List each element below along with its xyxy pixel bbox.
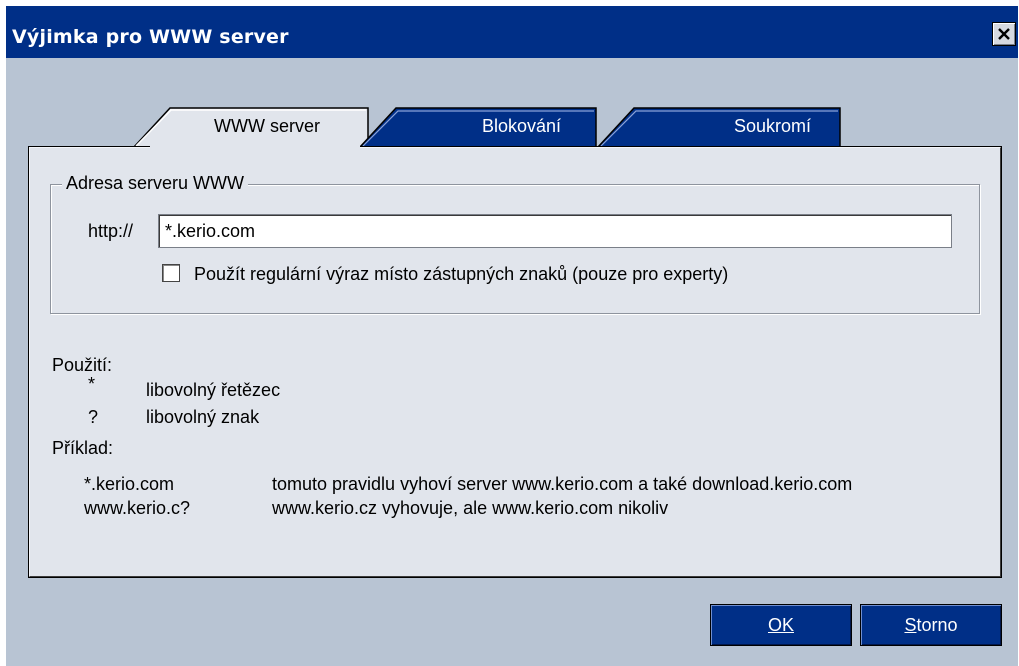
- tab-soukromi[interactable]: Soukromí: [596, 106, 842, 148]
- tab-www-server[interactable]: WWW server: [132, 106, 370, 148]
- example-pattern: www.kerio.c?: [84, 498, 191, 518]
- group-legend: Adresa serveru WWW: [62, 173, 249, 194]
- address-groupbox: [50, 184, 980, 314]
- title-bar: Výjimka pro WWW server: [6, 6, 1018, 58]
- usage-meaning: libovolný řetězec: [146, 380, 281, 400]
- storno-button[interactable]: Storno: [860, 604, 1002, 646]
- usage-symbol: *: [88, 374, 96, 394]
- regex-checkbox[interactable]: [162, 264, 180, 282]
- regex-checkbox-label[interactable]: Použít regulární výraz místo zástupných …: [194, 264, 728, 285]
- example-title: Příklad:: [52, 438, 114, 458]
- ok-button-label: OK: [767, 615, 794, 635]
- example-description: www.kerio.cz vyhovuje, ale www.kerio.com…: [272, 498, 669, 518]
- ok-button[interactable]: OK: [710, 604, 852, 646]
- tab-label-blokovani: Blokování: [482, 116, 562, 136]
- dialog-title: Výjimka pro WWW server: [12, 26, 289, 48]
- close-button[interactable]: [992, 22, 1016, 46]
- usage-meaning: libovolný znak: [146, 407, 260, 427]
- usage-title: Použití:: [52, 355, 113, 375]
- url-input[interactable]: [158, 214, 952, 248]
- url-prefix-label: http://: [88, 221, 134, 241]
- usage-symbol: ?: [88, 407, 99, 427]
- tab-label-soukromi: Soukromí: [734, 116, 812, 136]
- tab-label-www-server: WWW server: [214, 116, 320, 136]
- example-description: tomuto pravidlu vyhoví server www.kerio.…: [272, 474, 853, 494]
- close-icon: [998, 28, 1010, 40]
- storno-button-label: Storno: [904, 615, 958, 635]
- example-pattern: *.kerio.com: [84, 474, 175, 494]
- tab-blokovani[interactable]: Blokování: [358, 106, 598, 148]
